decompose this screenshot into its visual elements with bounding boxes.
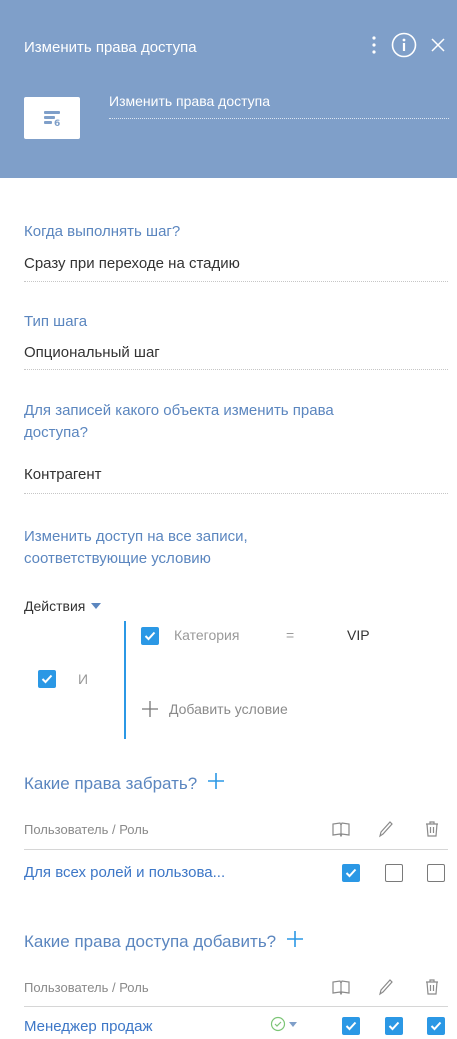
plus-icon bbox=[287, 931, 304, 947]
revoke-section-title: Какие права забрать? bbox=[24, 772, 225, 795]
check-icon bbox=[345, 868, 357, 878]
revoke-delete-checkbox[interactable] bbox=[427, 864, 445, 882]
grant-read-checkbox[interactable] bbox=[342, 1017, 360, 1035]
when-label: Когда выполнять шаг? bbox=[24, 223, 181, 240]
access-level-dropdown[interactable] bbox=[270, 1016, 297, 1032]
dots-vertical-icon[interactable] bbox=[371, 35, 377, 55]
add-revoke-button[interactable] bbox=[207, 772, 225, 795]
grant-section-title: Какие права доступа добавить? bbox=[24, 930, 304, 953]
change-access-rights-icon: 6 bbox=[24, 97, 80, 139]
step-type-label: Тип шага bbox=[24, 313, 88, 330]
condition-checkbox[interactable] bbox=[141, 627, 159, 645]
revoke-row-name[interactable]: Для всех ролей и пользова... bbox=[24, 864, 225, 881]
revoke-column-header: Пользователь / Роль bbox=[24, 822, 149, 837]
add-grant-button[interactable] bbox=[286, 930, 304, 953]
header-title: Изменить права доступа bbox=[24, 39, 197, 56]
when-field-line bbox=[24, 281, 448, 282]
step-name-input[interactable]: Изменить права доступа bbox=[109, 93, 270, 109]
object-field[interactable]: Контрагент bbox=[24, 466, 102, 483]
check-icon bbox=[41, 674, 53, 684]
svg-text:6: 6 bbox=[54, 119, 60, 128]
revoke-header-line bbox=[24, 849, 448, 850]
grant-title: Какие права доступа добавить? bbox=[24, 931, 277, 951]
revoke-title: Какие права забрать? bbox=[24, 773, 198, 793]
condition-value[interactable]: VIP bbox=[347, 627, 370, 643]
grant-edit-checkbox[interactable] bbox=[385, 1017, 403, 1035]
actions-dropdown[interactable]: Действия bbox=[24, 598, 102, 614]
grant-header-line bbox=[24, 1006, 448, 1007]
trash-icon bbox=[425, 978, 439, 996]
grant-delete-checkbox[interactable] bbox=[427, 1017, 445, 1035]
step-type-field[interactable]: Опциональный шаг bbox=[24, 344, 160, 361]
condition-label-line2: соответствующие условию bbox=[24, 550, 211, 567]
book-icon bbox=[332, 821, 350, 837]
check-icon bbox=[144, 631, 156, 641]
object-field-line bbox=[24, 493, 448, 494]
caret-down-icon bbox=[91, 603, 102, 609]
plus-icon bbox=[208, 773, 225, 789]
caret-down-icon bbox=[289, 1021, 297, 1027]
revoke-edit-checkbox[interactable] bbox=[385, 864, 403, 882]
actions-label: Действия bbox=[24, 598, 86, 614]
condition-operator[interactable]: = bbox=[286, 627, 294, 643]
step-type-field-line bbox=[24, 369, 448, 370]
group-checkbox[interactable] bbox=[38, 670, 56, 688]
trash-icon bbox=[425, 820, 439, 838]
header-actions bbox=[371, 32, 445, 58]
book-icon bbox=[332, 979, 350, 995]
step-header: Изменить права доступа 6 Изменить права … bbox=[0, 0, 457, 178]
grant-row-name[interactable]: Менеджер продаж bbox=[24, 1018, 153, 1035]
condition-column[interactable]: Категория bbox=[174, 627, 239, 643]
filter-group-line bbox=[124, 621, 126, 739]
pencil-icon bbox=[378, 820, 394, 838]
plus-icon bbox=[142, 701, 158, 717]
object-label-line2: доступа? bbox=[24, 424, 88, 441]
pencil-icon bbox=[378, 978, 394, 996]
check-icon bbox=[345, 1021, 357, 1031]
grant-column-header: Пользователь / Роль bbox=[24, 980, 149, 995]
info-icon[interactable] bbox=[391, 32, 417, 58]
revoke-read-checkbox[interactable] bbox=[342, 864, 360, 882]
object-label-line1: Для записей какого объекта изменить прав… bbox=[24, 402, 334, 419]
check-circle-icon bbox=[270, 1016, 286, 1032]
when-field[interactable]: Сразу при переходе на стадию bbox=[24, 255, 240, 272]
condition-label-line1: Изменить доступ на все записи, bbox=[24, 528, 248, 545]
add-condition-label: Добавить условие bbox=[169, 701, 288, 717]
group-operator[interactable]: И bbox=[78, 671, 88, 687]
close-icon[interactable] bbox=[431, 38, 445, 52]
step-name-underline bbox=[109, 118, 449, 119]
check-icon bbox=[388, 1021, 400, 1031]
add-condition-button[interactable]: Добавить условие bbox=[141, 700, 288, 718]
check-icon bbox=[430, 1021, 442, 1031]
